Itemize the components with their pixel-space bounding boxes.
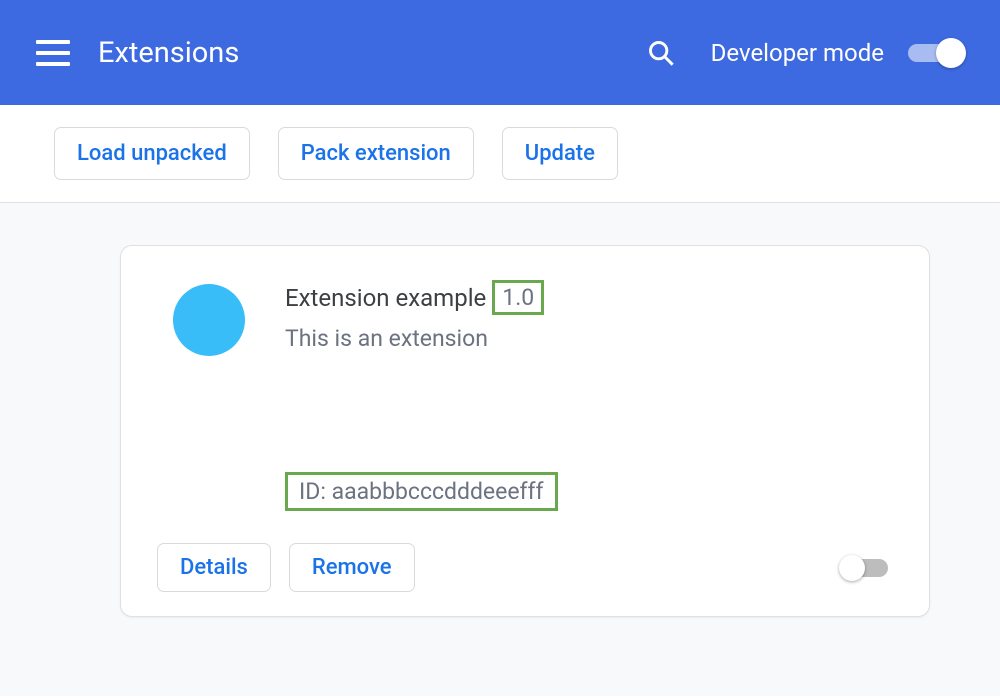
hamburger-menu-icon[interactable] xyxy=(36,40,70,66)
extension-icon xyxy=(173,284,245,356)
update-button[interactable]: Update xyxy=(502,127,618,180)
extension-card-actions: Details Remove xyxy=(157,543,893,592)
extensions-list-area: Extension example 1.0 This is an extensi… xyxy=(0,203,1000,696)
app-header: Extensions Developer mode xyxy=(0,0,1000,105)
extension-info: Extension example 1.0 This is an extensi… xyxy=(285,280,893,511)
extension-id: ID: aaabbbcccdddeeefff xyxy=(285,472,558,511)
developer-mode-label: Developer mode xyxy=(711,39,884,67)
extension-version: 1.0 xyxy=(492,280,544,315)
developer-toolbar: Load unpacked Pack extension Update xyxy=(0,105,1000,203)
extension-card-top: Extension example 1.0 This is an extensi… xyxy=(157,280,893,511)
extension-name: Extension example xyxy=(285,284,486,312)
load-unpacked-button[interactable]: Load unpacked xyxy=(54,127,250,180)
developer-mode-toggle[interactable] xyxy=(906,42,964,64)
extension-title-row: Extension example 1.0 xyxy=(285,280,893,315)
remove-button[interactable]: Remove xyxy=(289,543,415,592)
extension-card: Extension example 1.0 This is an extensi… xyxy=(120,245,930,617)
extension-description: This is an extension xyxy=(285,325,893,352)
extension-enable-toggle[interactable] xyxy=(839,558,893,578)
pack-extension-button[interactable]: Pack extension xyxy=(278,127,474,180)
page-title: Extensions xyxy=(98,36,647,70)
search-icon[interactable] xyxy=(647,39,675,67)
details-button[interactable]: Details xyxy=(157,543,271,592)
